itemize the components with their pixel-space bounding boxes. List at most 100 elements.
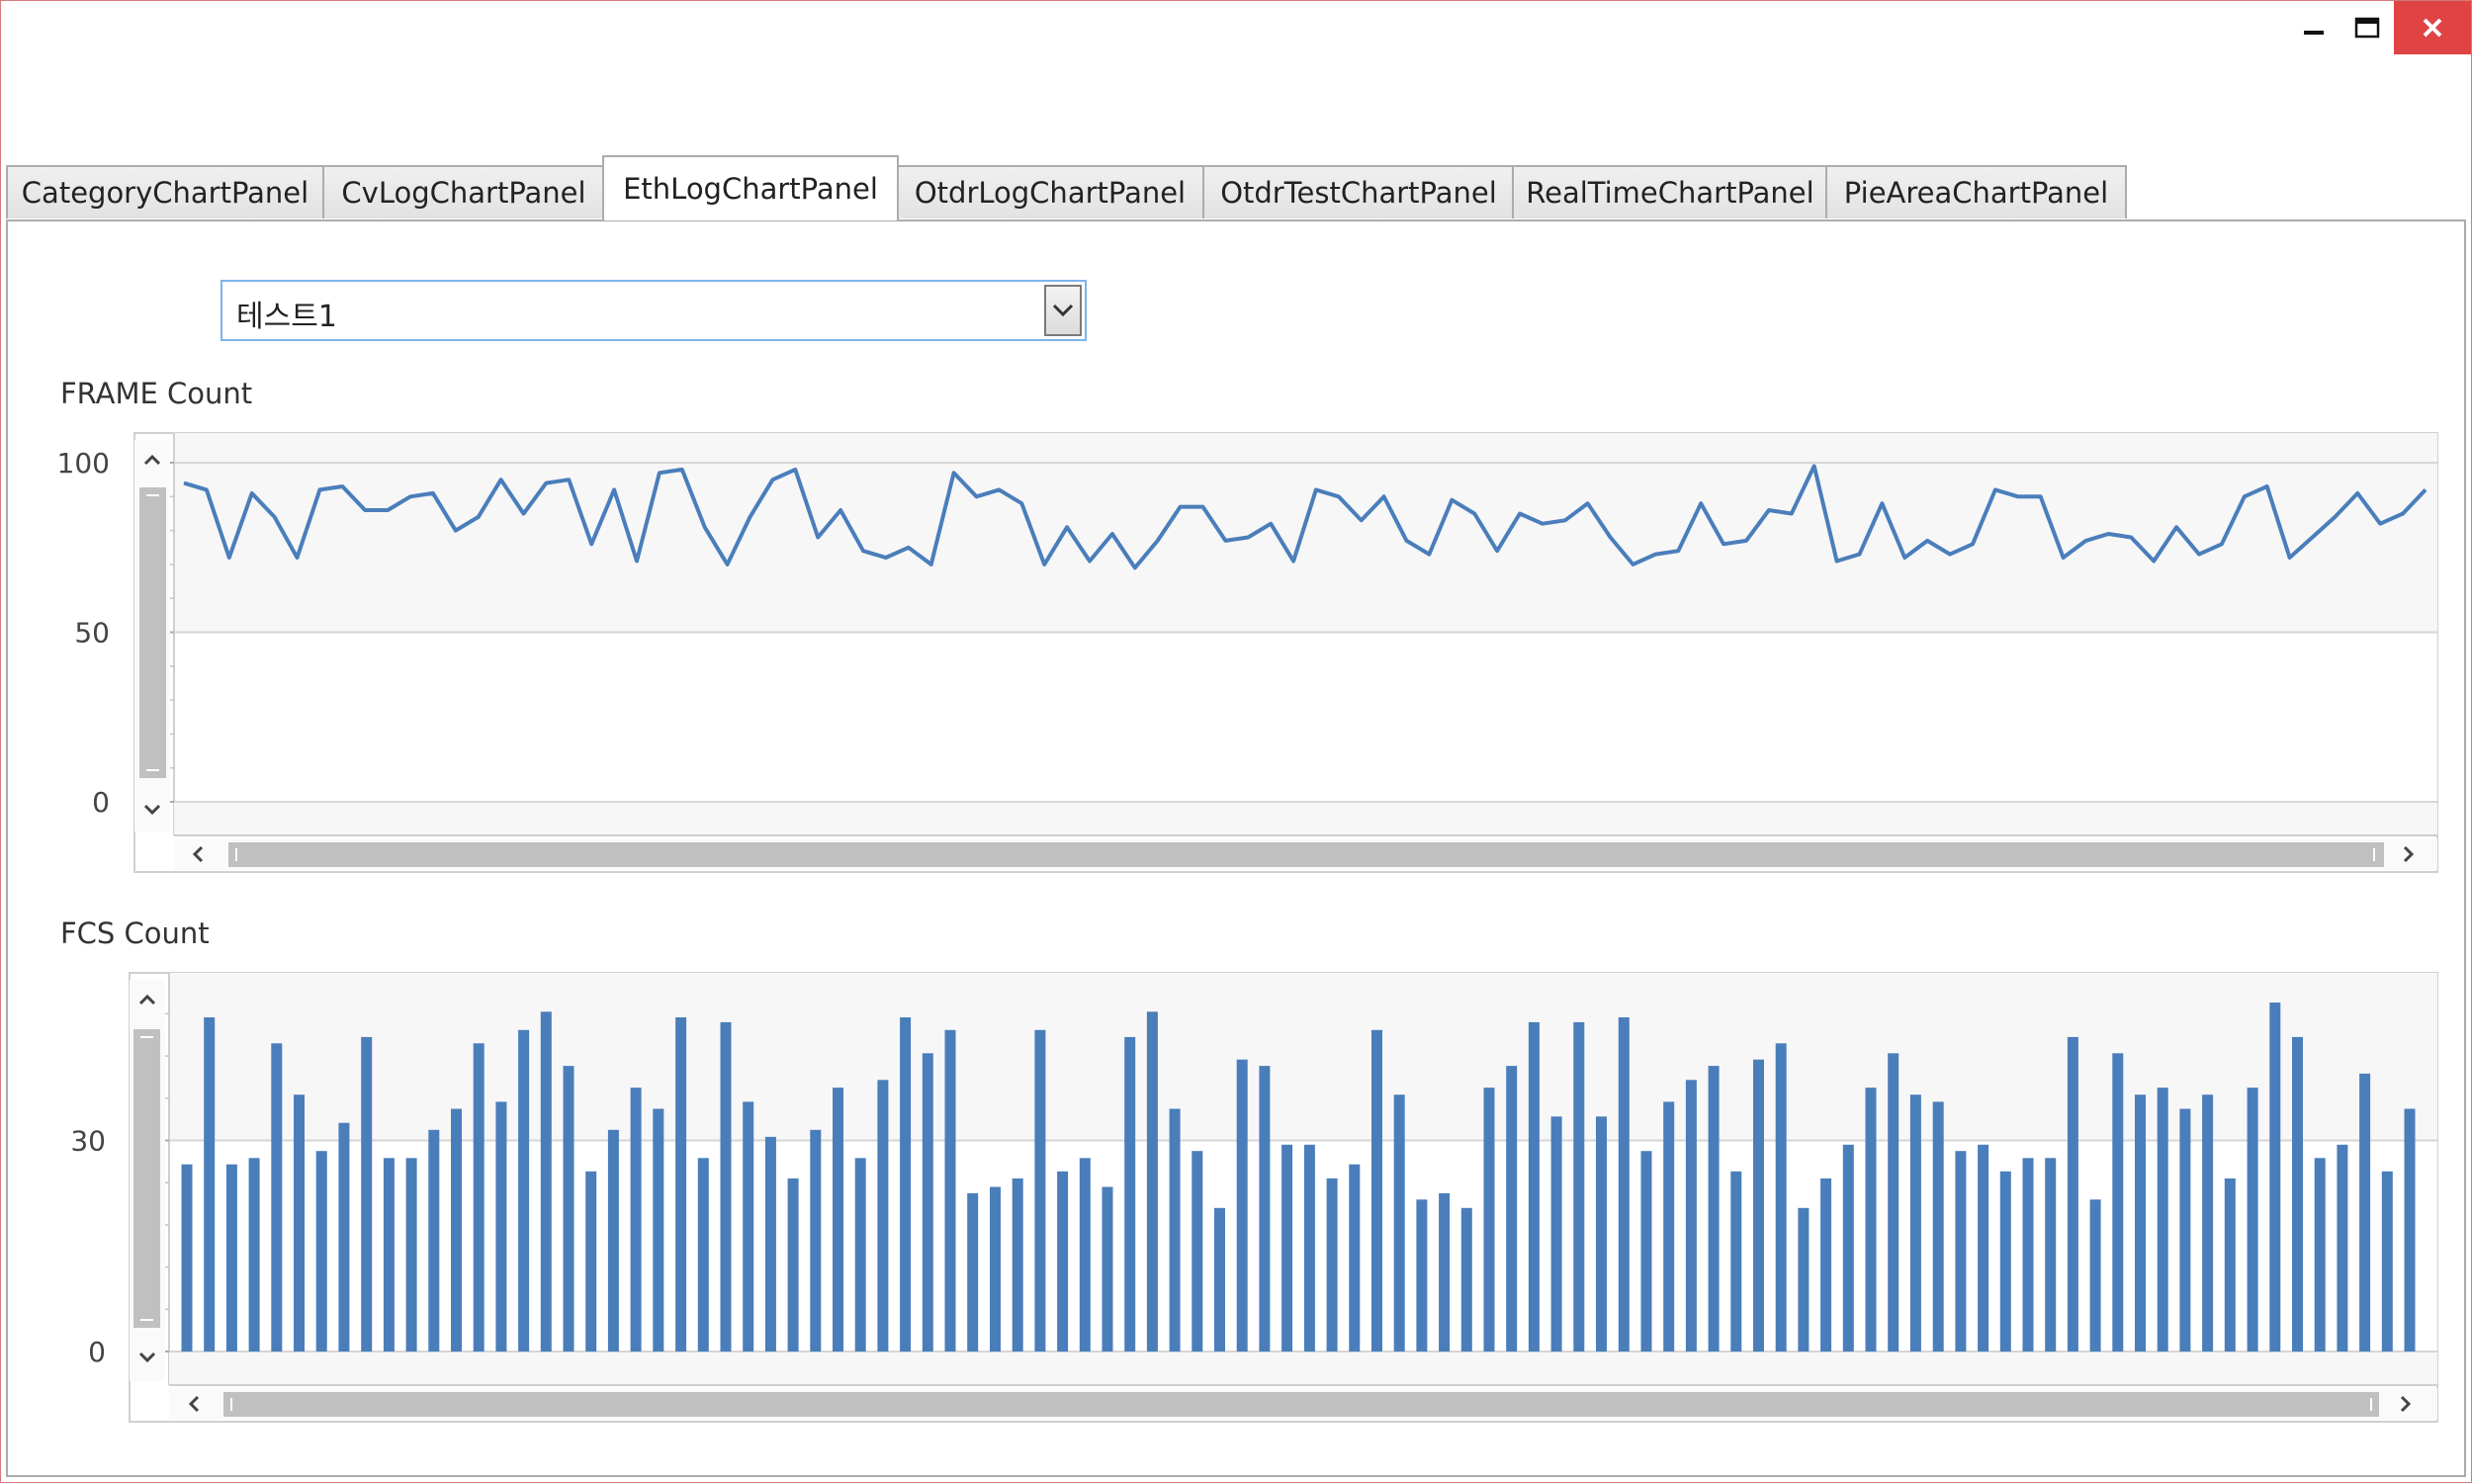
frame-hscroll-thumb[interactable] bbox=[228, 842, 2384, 867]
fcs-count-bar bbox=[787, 1178, 799, 1352]
fcs-count-bar bbox=[473, 1043, 485, 1352]
fcs-count-bar bbox=[1079, 1158, 1091, 1352]
fcs-count-bar bbox=[1842, 1144, 1854, 1352]
fcs-count-bar bbox=[1865, 1088, 1877, 1352]
fcs-count-bar bbox=[1439, 1192, 1451, 1352]
fcs-count-bar bbox=[1550, 1116, 1562, 1352]
fcs-y-tick-label: 30 bbox=[70, 1125, 106, 1158]
fcs-count-bar bbox=[2359, 1073, 2371, 1352]
fcs-count-bar bbox=[2045, 1158, 2057, 1352]
fcs-count-bar bbox=[405, 1158, 417, 1352]
frame-plot-band-lower bbox=[174, 802, 2437, 835]
fcs-count-bar bbox=[2381, 1171, 2393, 1352]
fcs-count-bar bbox=[1393, 1094, 1405, 1352]
fcs-count-bar bbox=[1596, 1116, 1607, 1352]
fcs-count-bar bbox=[383, 1158, 395, 1352]
fcs-count-bar bbox=[2202, 1094, 2214, 1352]
fcs-count-bar bbox=[1708, 1066, 1720, 1352]
fcs-count-bar bbox=[1730, 1171, 1742, 1352]
fcs-count-bar bbox=[1909, 1094, 1921, 1352]
fcs-count-bar bbox=[2247, 1088, 2258, 1352]
fcs-count-bar bbox=[2404, 1108, 2416, 1352]
fcs-count-bar bbox=[1999, 1171, 2011, 1352]
fcs-count-bar bbox=[630, 1088, 642, 1352]
fcs-count-bar bbox=[1888, 1053, 1899, 1352]
fcs-count-bar bbox=[1753, 1059, 1764, 1352]
frame-y-tick-label: 100 bbox=[57, 447, 110, 480]
fcs-count-bar bbox=[315, 1151, 327, 1352]
fcs-count-bar bbox=[810, 1129, 822, 1352]
fcs-count-bar bbox=[675, 1017, 687, 1352]
fcs-count-bar bbox=[743, 1101, 754, 1352]
fcs-count-bar bbox=[1663, 1101, 1675, 1352]
fcs-count-bar bbox=[1506, 1066, 1518, 1352]
fcs-count-bar bbox=[697, 1158, 709, 1352]
fcs-count-bar bbox=[2157, 1088, 2168, 1352]
tab-label: EthLogChartPanel bbox=[623, 172, 878, 206]
fcs-count-bar bbox=[1192, 1151, 1203, 1352]
fcs-count-bar bbox=[2269, 1003, 2281, 1352]
fcs-count-bar bbox=[585, 1171, 597, 1352]
fcs-count-bar bbox=[1955, 1151, 1967, 1352]
fcs-count-bar bbox=[764, 1136, 776, 1352]
fcs-count-bar bbox=[1932, 1101, 1944, 1352]
frame-vertical-scrollbar[interactable] bbox=[134, 440, 170, 831]
fcs-count-bar bbox=[653, 1108, 664, 1352]
fcs-hscroll-thumb[interactable] bbox=[223, 1392, 2379, 1417]
fcs-count-bar bbox=[518, 1029, 530, 1352]
fcs-count-bar bbox=[1146, 1011, 1158, 1352]
fcs-count-bar bbox=[225, 1164, 237, 1352]
fcs-count-bar bbox=[1169, 1108, 1181, 1352]
fcs-count-bar bbox=[1483, 1088, 1495, 1352]
fcs-count-bar bbox=[1057, 1171, 1069, 1352]
tab-ethlogchartpanel[interactable]: EthLogChartPanel bbox=[602, 155, 899, 220]
fcs-count-bar bbox=[607, 1129, 619, 1352]
fcs-count-bar bbox=[1820, 1178, 1832, 1352]
fcs-count-bar bbox=[563, 1066, 574, 1352]
fcs-count-bar bbox=[2314, 1158, 2326, 1352]
fcs-count-bar bbox=[294, 1094, 305, 1352]
fcs-count-bar bbox=[361, 1036, 373, 1352]
fcs-count-bar bbox=[1416, 1199, 1428, 1352]
fcs-count-bar bbox=[877, 1080, 889, 1352]
fcs-count-bar bbox=[271, 1043, 283, 1352]
fcs-count-bar bbox=[1012, 1178, 1023, 1352]
fcs-count-bar bbox=[204, 1017, 216, 1352]
fcs-count-bar bbox=[1528, 1021, 1540, 1352]
fcs-count-bar bbox=[2179, 1108, 2191, 1352]
fcs-horizontal-scrollbar[interactable] bbox=[169, 1388, 2437, 1420]
frame-y-tick-label: 0 bbox=[92, 786, 110, 819]
fcs-count-bar bbox=[1124, 1036, 1136, 1352]
fcs-count-bar bbox=[2135, 1094, 2146, 1352]
fcs-count-bar bbox=[1259, 1066, 1271, 1352]
fcs-count-bar bbox=[922, 1053, 933, 1352]
fcs-count-bar bbox=[1640, 1151, 1652, 1352]
fcs-count-bar bbox=[1618, 1017, 1630, 1352]
fcs-vscroll-thumb[interactable] bbox=[133, 1029, 160, 1328]
fcs-plot-band-lower bbox=[169, 1352, 2437, 1385]
frame-horizontal-scrollbar[interactable] bbox=[174, 838, 2437, 870]
fcs-count-bar bbox=[900, 1017, 912, 1352]
fcs-count-bar bbox=[1978, 1144, 1989, 1352]
fcs-plot-band bbox=[169, 973, 2437, 1141]
fcs-count-bar bbox=[1460, 1207, 1472, 1352]
fcs-count-bar bbox=[248, 1158, 260, 1352]
fcs-y-tick-label: 0 bbox=[88, 1336, 106, 1368]
fcs-count-bar bbox=[2337, 1144, 2348, 1352]
fcs-count-bar bbox=[495, 1101, 507, 1352]
fcs-count-bar bbox=[967, 1192, 979, 1352]
fcs-vertical-scrollbar[interactable] bbox=[130, 980, 165, 1381]
fcs-count-bar bbox=[1371, 1029, 1382, 1352]
frame-vscroll-thumb[interactable] bbox=[139, 487, 166, 778]
fcs-count-bar bbox=[2022, 1158, 2034, 1352]
app-window: CategoryChartPanel CvLogChartPanel EthLo… bbox=[0, 0, 2472, 1483]
fcs-count-bar bbox=[1349, 1164, 1361, 1352]
fcs-count-bar bbox=[338, 1122, 350, 1352]
fcs-count-bar bbox=[2067, 1036, 2078, 1352]
fcs-count-bar bbox=[854, 1158, 866, 1352]
fcs-count-bar bbox=[1798, 1207, 1810, 1352]
fcs-count-bar bbox=[428, 1129, 440, 1352]
charts-canvas: 0 50 100 0 30 bbox=[57, 432, 2438, 1423]
fcs-count-bar bbox=[1303, 1144, 1315, 1352]
fcs-count-bar bbox=[990, 1186, 1001, 1352]
